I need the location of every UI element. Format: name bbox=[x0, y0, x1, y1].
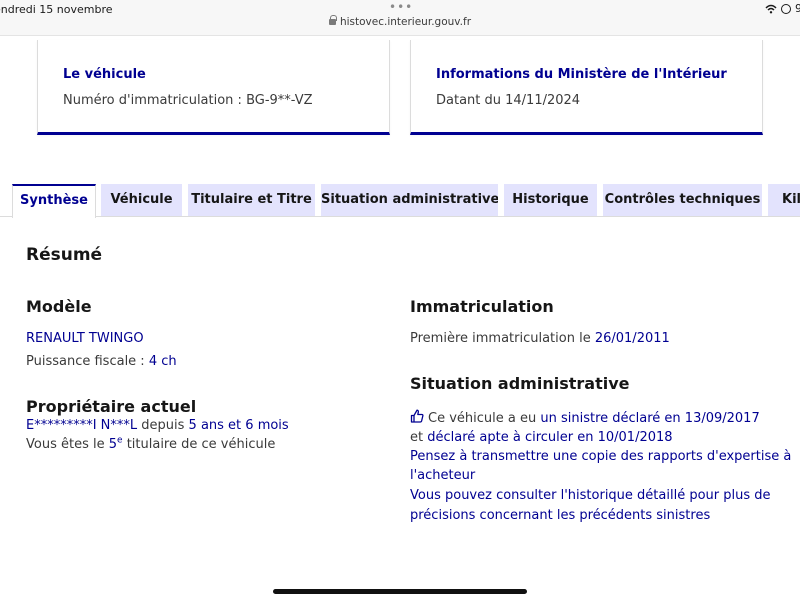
status-date: endredi 15 novembre bbox=[0, 3, 113, 16]
admin-line-1: Ce véhicule a eu un sinistre déclaré en … bbox=[410, 409, 760, 426]
tab-historique[interactable]: Historique bbox=[504, 184, 597, 217]
history-advice-line-1: Vous pouvez consulter l'historique détai… bbox=[410, 488, 771, 503]
model-heading: Modèle bbox=[26, 297, 92, 316]
owner-rank-prefix: Vous êtes le bbox=[26, 437, 109, 452]
admin-line-1-prefix: Ce véhicule a eu bbox=[428, 411, 541, 426]
owner-rank: Vous êtes le 5e titulaire de ce véhicule bbox=[26, 436, 276, 452]
owner-info: E*********I N***L depuis 5 ans et 6 mois bbox=[26, 418, 289, 433]
fiscal-power-value: 4 ch bbox=[148, 354, 177, 369]
summary-heading: Résumé bbox=[26, 245, 103, 265]
vehicle-card: Le véhicule Numéro d'immatriculation : B… bbox=[37, 40, 390, 135]
url-text: histovec.interieur.gouv.fr bbox=[339, 16, 472, 28]
wifi-icon bbox=[765, 4, 777, 14]
first-registration: Première immatriculation le 26/01/2011 bbox=[410, 331, 670, 346]
model-name: RENAULT TWINGO bbox=[26, 331, 144, 346]
more-dots-icon[interactable]: ••• bbox=[389, 0, 413, 14]
owner-rank-suffix: titulaire de ce véhicule bbox=[122, 437, 276, 452]
tab-situation-administrative[interactable]: Situation administrative bbox=[321, 184, 498, 217]
registration-heading: Immatriculation bbox=[410, 297, 554, 316]
status-icons: 9 bbox=[765, 2, 800, 15]
vehicle-card-title: Le véhicule bbox=[63, 67, 146, 82]
history-advice-line-2: précisions concernant les précédents sin… bbox=[410, 508, 711, 523]
tab-kilometrage[interactable]: Kilo bbox=[768, 184, 800, 217]
home-indicator[interactable] bbox=[273, 589, 527, 594]
first-registration-date: 26/01/2011 bbox=[594, 331, 670, 346]
browser-status-bar: endredi 15 novembre ••• histovec.interie… bbox=[0, 0, 800, 36]
tab-titulaire-titre[interactable]: Titulaire et Titre bbox=[188, 184, 315, 217]
admin-line-2: et déclaré apte à circuler en 10/01/2018 bbox=[410, 430, 673, 445]
tab-controles-techniques[interactable]: Contrôles techniques bbox=[603, 184, 762, 217]
address-bar[interactable]: histovec.interieur.gouv.fr bbox=[0, 15, 800, 28]
owner-heading: Propriétaire actuel bbox=[26, 397, 197, 416]
tab-bar: Synthèse Véhicule Titulaire et Titre Sit… bbox=[0, 184, 800, 218]
clock-icon bbox=[781, 3, 791, 14]
thumbs-up-icon bbox=[410, 409, 424, 423]
admin-situation-heading: Situation administrative bbox=[410, 374, 630, 393]
ministry-info-card: Informations du Ministère de l'Intérieur… bbox=[410, 40, 763, 135]
owner-since-value: 5 ans et 6 mois bbox=[188, 418, 289, 433]
expertise-advice-line-2: l'acheteur bbox=[410, 468, 476, 483]
tab-synthese[interactable]: Synthèse bbox=[12, 184, 96, 218]
fit-to-drive-link[interactable]: déclaré apte à circuler en 10/01/2018 bbox=[427, 430, 672, 445]
lock-icon bbox=[328, 15, 337, 25]
status-right-text: 9 bbox=[795, 2, 800, 15]
admin-line-2-prefix: et bbox=[410, 430, 428, 445]
tab-vehicule[interactable]: Véhicule bbox=[101, 184, 182, 217]
owner-since-label: depuis bbox=[137, 418, 189, 433]
fiscal-power-label: Puissance fiscale : bbox=[26, 354, 149, 369]
expertise-advice-line-1: Pensez à transmettre une copie des rappo… bbox=[410, 449, 792, 464]
claim-declared-link[interactable]: un sinistre déclaré en 13/09/2017 bbox=[540, 411, 759, 426]
owner-name: E*********I N***L bbox=[26, 418, 138, 433]
ministry-card-title: Informations du Ministère de l'Intérieur bbox=[436, 67, 727, 82]
owner-rank-number: 5 bbox=[108, 437, 118, 452]
fiscal-power: Puissance fiscale : 4 ch bbox=[26, 354, 177, 369]
registration-number: Numéro d'immatriculation : BG-9**-VZ bbox=[63, 93, 313, 108]
first-registration-label: Première immatriculation le bbox=[410, 331, 595, 346]
data-date: Datant du 14/11/2024 bbox=[436, 93, 581, 108]
